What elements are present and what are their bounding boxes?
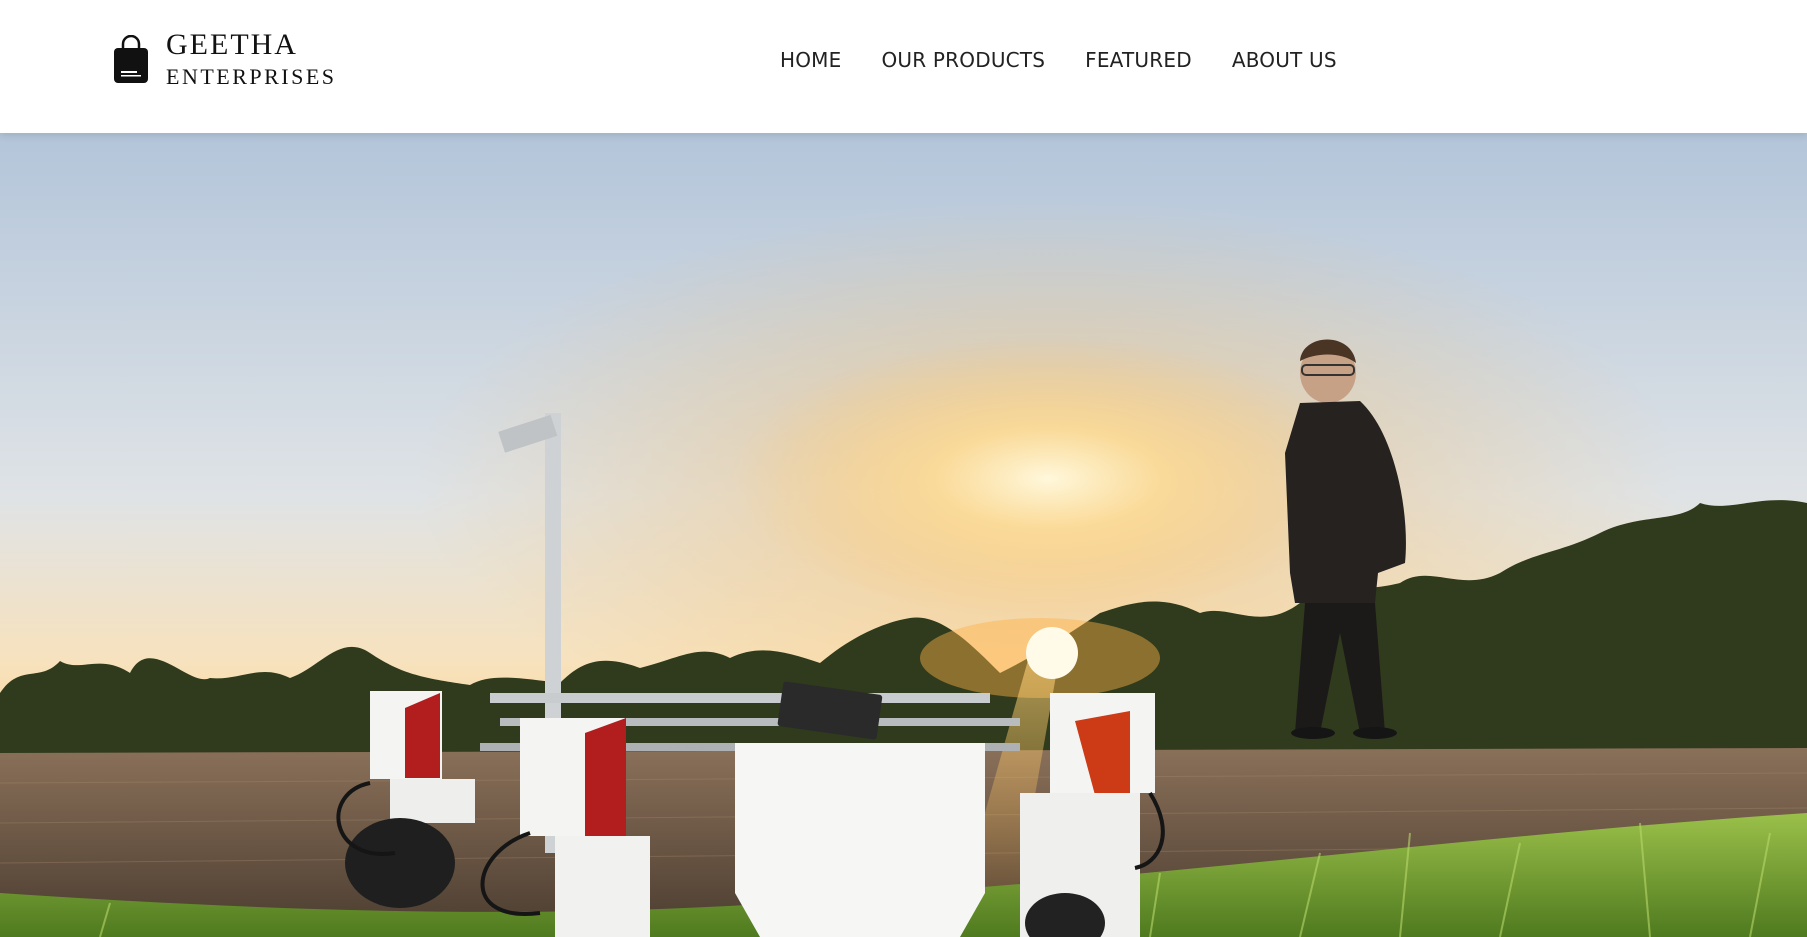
hero-image — [0, 133, 1807, 937]
nav-featured[interactable]: FEATURED — [1085, 48, 1192, 72]
nav-our-products[interactable]: OUR PRODUCTS — [881, 48, 1045, 72]
main-nav: HOME OUR PRODUCTS FEATURED ABOUT US — [780, 48, 1377, 72]
shopping-bag-icon — [114, 35, 148, 83]
brand-name: GEETHA ENTERPRISES — [166, 30, 337, 88]
hero-banner — [0, 133, 1807, 937]
brand-name-line2: ENTERPRISES — [166, 64, 337, 89]
site-header: GEETHA ENTERPRISES HOME OUR PRODUCTS FEA… — [0, 0, 1807, 133]
brand-logo-link[interactable]: GEETHA ENTERPRISES — [113, 30, 337, 88]
brand-name-line1: GEETHA — [166, 28, 298, 61]
nav-home[interactable]: HOME — [780, 48, 841, 72]
nav-about-us[interactable]: ABOUT US — [1232, 48, 1337, 72]
